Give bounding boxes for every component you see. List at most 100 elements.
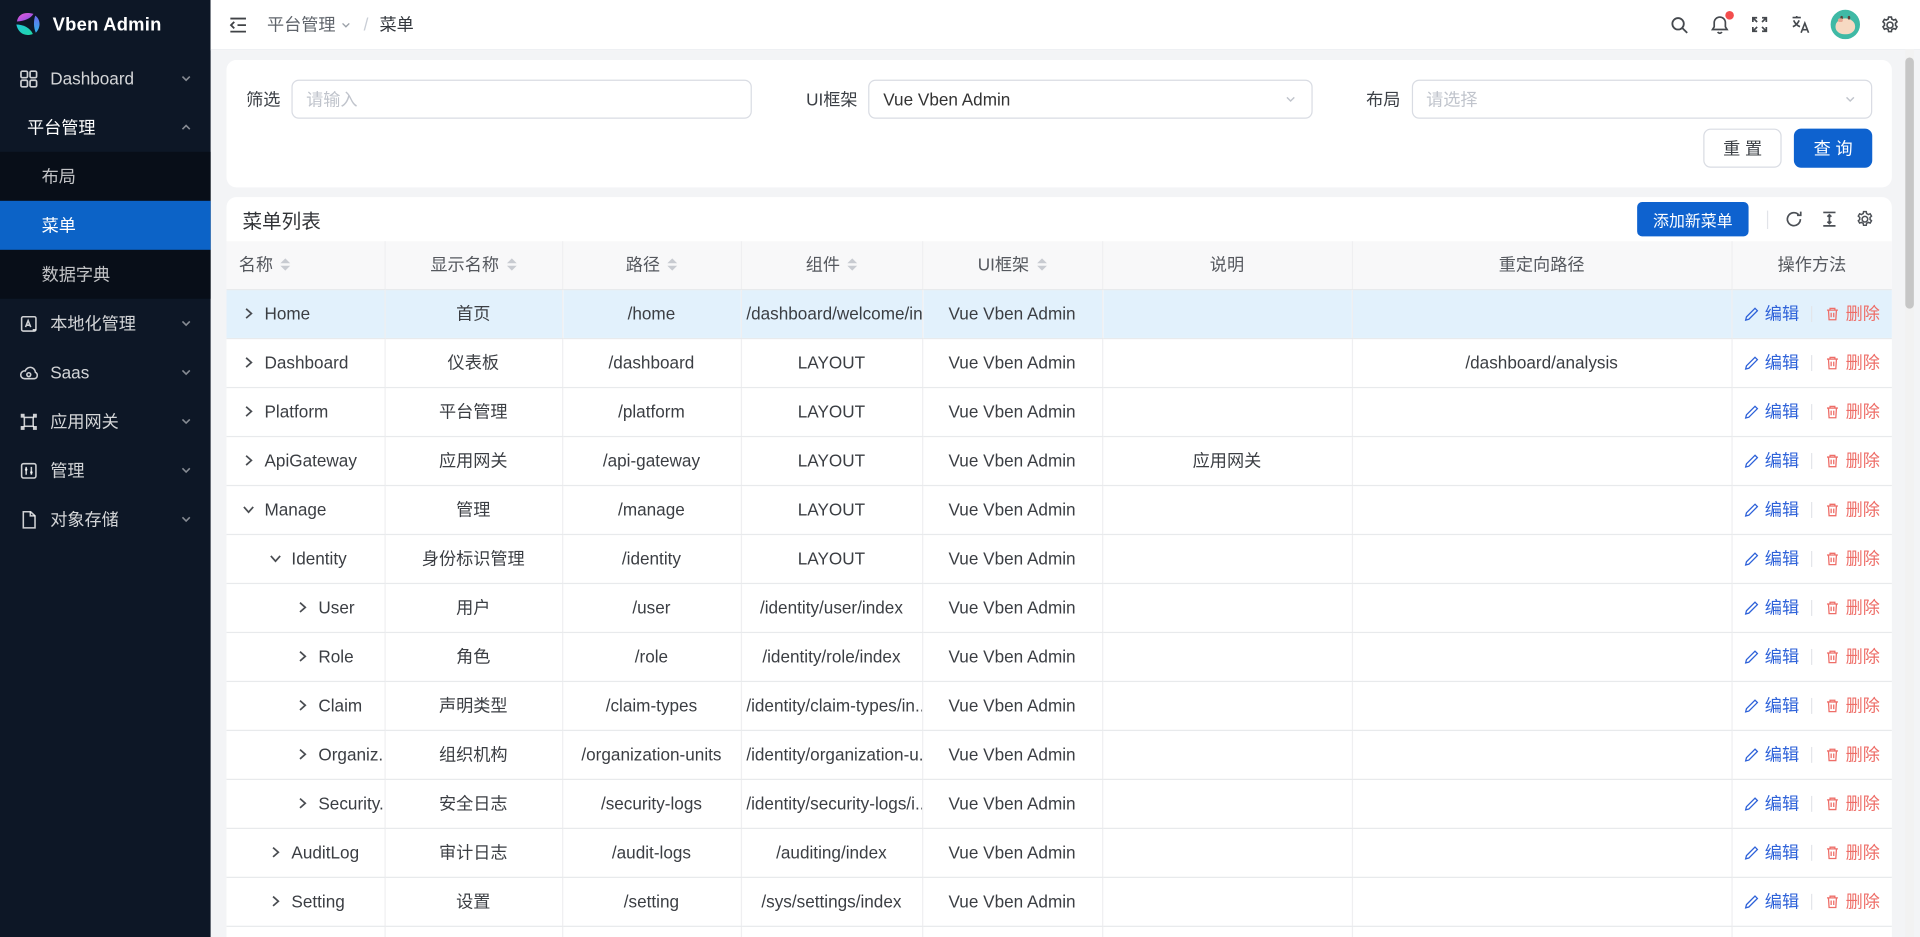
sort-carets-icon[interactable]	[1037, 259, 1047, 271]
breadcrumb-item-platform[interactable]: 平台管理	[267, 12, 353, 36]
edit-button[interactable]: 编辑	[1744, 546, 1799, 570]
delete-button[interactable]: 删除	[1825, 840, 1880, 864]
sidebar-item-gateway[interactable]: 应用网关	[0, 397, 211, 446]
table-row[interactable]: Identity身份标识管理/identityLAYOUTVue Vben Ad…	[227, 534, 1892, 583]
column-header[interactable]: 组件	[741, 241, 922, 289]
table-row[interactable]: AuditLog审计日志/audit-logs/auditing/indexVu…	[227, 828, 1892, 877]
tree-expand-icon[interactable]	[241, 453, 256, 468]
sort-carets-icon[interactable]	[847, 259, 857, 271]
sidebar-item-layout[interactable]: 布局	[0, 152, 211, 201]
refresh-icon[interactable]	[1784, 209, 1804, 229]
edit-button[interactable]: 编辑	[1744, 693, 1799, 717]
edit-button[interactable]: 编辑	[1744, 840, 1799, 864]
edit-button[interactable]: 编辑	[1744, 497, 1799, 521]
tree-expand-icon[interactable]	[295, 698, 310, 713]
cell-actions: 编辑 删除	[1731, 436, 1891, 485]
translate-icon[interactable]	[1789, 13, 1811, 35]
sidebar-item-data-dictionary[interactable]: 数据字典	[0, 250, 211, 299]
column-header[interactable]: 路径	[562, 241, 741, 289]
table-row[interactable]: Security...安全日志/security-logs/identity/s…	[227, 779, 1892, 828]
table-row[interactable]: Platform平台管理/platformLAYOUTVue Vben Admi…	[227, 387, 1892, 436]
column-header[interactable]: UI框架	[922, 241, 1102, 289]
search-icon[interactable]	[1669, 14, 1690, 35]
delete-button[interactable]: 删除	[1825, 448, 1880, 472]
filter-input[interactable]	[291, 80, 752, 119]
sidebar-item-platform[interactable]: 平台管理	[0, 103, 211, 152]
edit-button[interactable]: 编辑	[1744, 644, 1799, 668]
column-header[interactable]: 显示名称	[384, 241, 562, 289]
tree-expand-icon[interactable]	[268, 894, 283, 909]
sort-carets-icon[interactable]	[667, 259, 677, 271]
sort-carets-icon[interactable]	[280, 259, 290, 271]
delete-button[interactable]: 删除	[1825, 742, 1880, 766]
cell-name: Setting	[227, 877, 385, 926]
cell-path: /audit-logs	[562, 828, 741, 877]
edit-button[interactable]: 编辑	[1744, 301, 1799, 325]
tree-expand-icon[interactable]	[295, 600, 310, 615]
breadcrumb-item-menu[interactable]: 菜单	[379, 12, 413, 36]
cell-display-name: 安全日志	[384, 779, 562, 828]
sidebar-item-dashboard[interactable]: Dashboard	[0, 54, 211, 103]
table-row[interactable]: Manage管理/manageLAYOUTVue Vben Admin编辑删除	[227, 485, 1892, 534]
tree-expand-icon[interactable]	[268, 845, 283, 860]
row-height-icon[interactable]	[1820, 209, 1840, 229]
reset-button[interactable]: 重 置	[1704, 129, 1782, 168]
action-divider	[1811, 550, 1812, 566]
tree-collapse-icon[interactable]	[268, 551, 283, 566]
tree-expand-icon[interactable]	[241, 355, 256, 370]
cell-redirect	[1352, 583, 1732, 632]
table-row[interactable]: ApiGateway应用网关/api-gatewayLAYOUTVue Vben…	[227, 436, 1892, 485]
sidebar-item-menu[interactable]: 菜单	[0, 201, 211, 250]
tree-collapse-icon[interactable]	[241, 502, 256, 517]
edit-button[interactable]: 编辑	[1744, 595, 1799, 619]
tree-expand-icon[interactable]	[241, 404, 256, 419]
bell-icon[interactable]	[1709, 14, 1730, 35]
framework-select[interactable]: Vue Vben Admin	[869, 80, 1313, 119]
delete-button[interactable]: 删除	[1825, 301, 1880, 325]
tree-expand-icon[interactable]	[295, 796, 310, 811]
table-row[interactable]: Claim声明类型/claim-types/identity/claim-typ…	[227, 681, 1892, 730]
tree-expand-icon[interactable]	[295, 649, 310, 664]
sort-carets-icon[interactable]	[506, 259, 516, 271]
layout-select[interactable]: 请选择	[1411, 80, 1872, 119]
sidebar-item-object-storage[interactable]: 对象存储	[0, 495, 211, 544]
table-row[interactable]: Dashboard仪表板/dashboardLAYOUTVue Vben Adm…	[227, 338, 1892, 387]
table-row[interactable]: Home首页/home/dashboard/welcome/in...Vue V…	[227, 289, 1892, 338]
delete-button[interactable]: 删除	[1825, 889, 1880, 913]
query-button[interactable]: 查 询	[1794, 129, 1872, 168]
edit-button[interactable]: 编辑	[1744, 889, 1799, 913]
scrollbar-thumb[interactable]	[1905, 58, 1914, 309]
table-row[interactable]: User用户/user/identity/user/indexVue Vben …	[227, 583, 1892, 632]
settings-gear-icon[interactable]	[1880, 14, 1901, 35]
avatar[interactable]	[1831, 10, 1860, 39]
tree-expand-icon[interactable]	[241, 306, 256, 321]
sidebar-item-manage[interactable]: 管理	[0, 446, 211, 495]
table-settings-gear-icon[interactable]	[1855, 209, 1875, 229]
delete-button[interactable]: 删除	[1825, 693, 1880, 717]
fullscreen-icon[interactable]	[1750, 15, 1770, 35]
delete-button[interactable]: 删除	[1825, 791, 1880, 815]
breadcrumb-separator: /	[364, 15, 369, 35]
edit-button[interactable]: 编辑	[1744, 448, 1799, 472]
edit-button[interactable]: 编辑	[1744, 742, 1799, 766]
tree-expand-icon[interactable]	[295, 747, 310, 762]
edit-button[interactable]: 编辑	[1744, 791, 1799, 815]
edit-button[interactable]: 编辑	[1744, 350, 1799, 374]
add-menu-button[interactable]: 添加新菜单	[1637, 202, 1748, 236]
edit-button[interactable]: 编辑	[1744, 399, 1799, 423]
column-header[interactable]: 名称	[227, 241, 385, 289]
delete-button[interactable]: 删除	[1825, 497, 1880, 521]
delete-button[interactable]: 删除	[1825, 595, 1880, 619]
delete-button[interactable]: 删除	[1825, 644, 1880, 668]
delete-button[interactable]: 删除	[1825, 350, 1880, 374]
cell-redirect	[1352, 681, 1732, 730]
sidebar-fold-icon[interactable]	[228, 14, 249, 35]
delete-button[interactable]: 删除	[1825, 546, 1880, 570]
delete-button[interactable]: 删除	[1825, 399, 1880, 423]
table-row[interactable]: Role角色/role/identity/role/indexVue Vben …	[227, 632, 1892, 681]
sidebar-item-localization[interactable]: 本地化管理	[0, 299, 211, 348]
sidebar-item-saas[interactable]: Saas	[0, 348, 211, 397]
table-row[interactable]: Organiz...组织机构/organization-units/identi…	[227, 730, 1892, 779]
app-logo[interactable]: Vben Admin	[0, 0, 211, 49]
table-row[interactable]: Setting设置/setting/sys/settings/indexVue …	[227, 877, 1892, 926]
